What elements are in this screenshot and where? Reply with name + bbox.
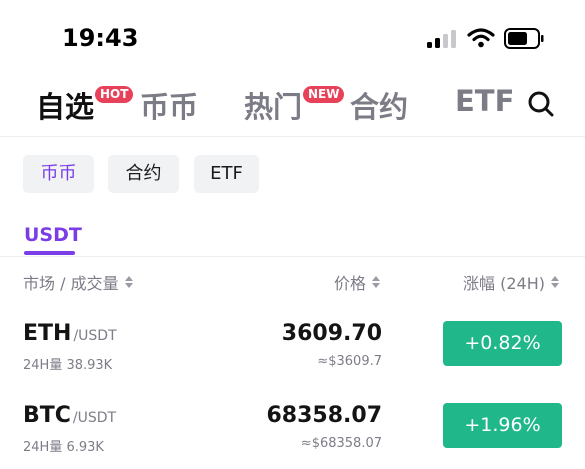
last-price: 68358.07 [266,403,382,428]
quote-tab-indicator [24,251,75,255]
quote-asset: /USDT [72,410,117,426]
hot-badge: HOT [95,86,134,103]
column-header-market-label: 市场 / 成交量 [23,274,119,293]
subtab-spot[interactable]: 币币 [23,155,94,193]
volume-24h: 24H量 6.93K [23,440,104,455]
base-asset: BTC [23,403,71,428]
market-symbol: BTC/USDT [23,403,116,428]
subtab-etf[interactable]: ETF [194,155,259,193]
base-asset: ETH [23,321,72,346]
tabs-divider [0,136,585,137]
tab-futures[interactable]: 合约 [350,84,408,126]
tab-spot[interactable]: 币币 [140,84,198,126]
fiat-price: ≈$68358.07 [300,436,382,451]
battery-icon [504,28,544,49]
change-badge[interactable]: +1.96% [443,403,562,448]
search-icon[interactable] [527,90,555,118]
quote-divider [0,256,585,257]
new-badge: NEW [303,86,345,103]
column-header-market[interactable]: 市场 / 成交量 [23,270,133,294]
column-header-price[interactable]: 价格 [334,270,380,294]
column-header-price-label: 价格 [333,274,366,293]
change-badge[interactable]: +0.82% [443,321,562,366]
sort-icon [124,276,133,288]
status-time: 19:43 [62,24,139,52]
tab-hot[interactable]: 热门 [244,84,302,126]
market-symbol: ETH/USDT [23,321,117,346]
volume-24h: 24H量 38.93K [23,358,113,373]
column-header-change[interactable]: 涨幅 (24H) [463,270,559,294]
cellular-signal-icon [427,30,457,48]
column-header-change-label: 涨幅 (24H) [463,274,545,293]
sort-icon [551,276,559,288]
wifi-icon [467,28,495,48]
fiat-price: ≈$3609.7 [317,354,382,369]
quote-tab-usdt[interactable]: USDT [24,224,82,246]
last-price: 3609.70 [281,321,382,346]
subtab-futures[interactable]: 合约 [108,155,179,193]
sort-icon [372,276,380,288]
tab-watchlist[interactable]: 自选 [36,84,94,126]
tab-etf[interactable]: ETF [455,84,514,118]
quote-asset: /USDT [73,328,117,344]
